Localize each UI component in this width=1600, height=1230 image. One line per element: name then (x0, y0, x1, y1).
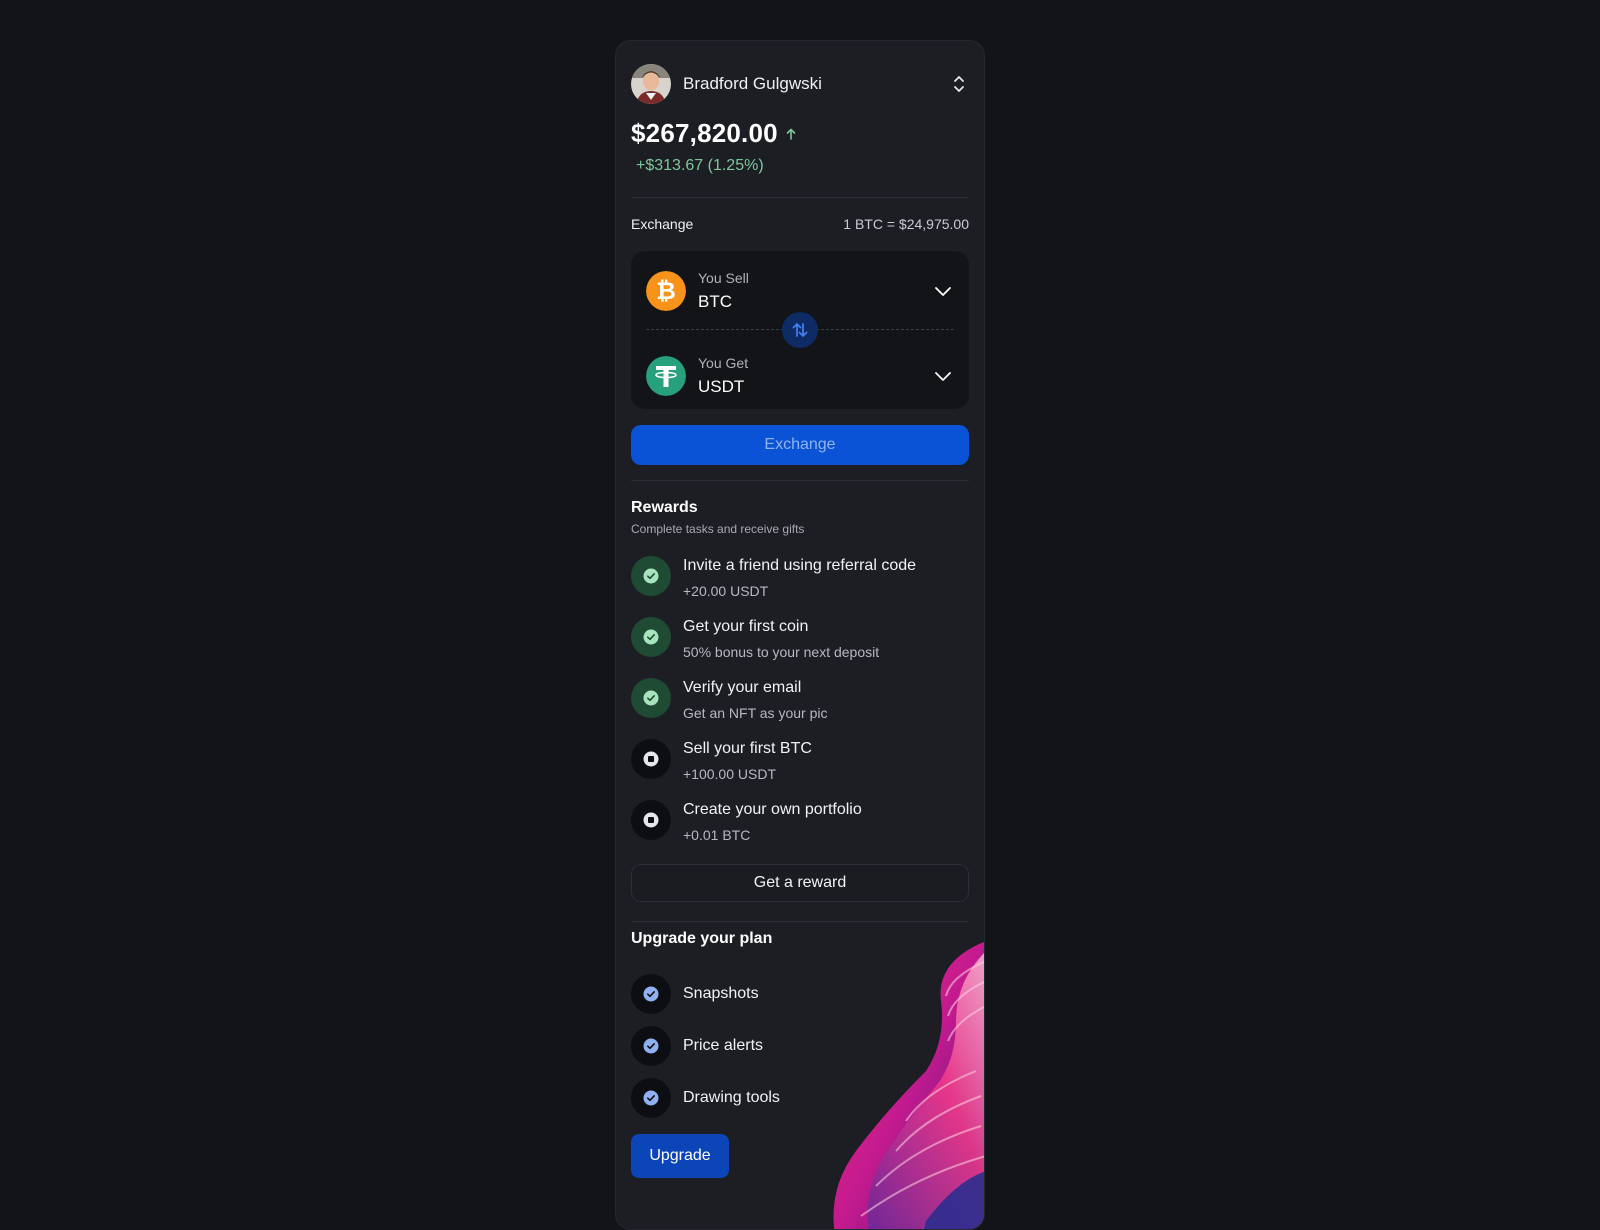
plan-feature-label: Drawing tools (683, 1089, 780, 1106)
plan-feature-label: Price alerts (683, 1037, 764, 1054)
reward-item[interactable]: Sell your first BTC +100.00 USDT (631, 739, 969, 789)
check-circle-icon (631, 617, 671, 657)
check-circle-icon (631, 1026, 671, 1066)
plan-feature: Drawing tools (631, 1078, 780, 1118)
upgrade-button[interactable]: Upgrade (631, 1134, 729, 1178)
stop-circle-icon (631, 800, 671, 840)
reward-item[interactable]: Get your first coin 50% bonus to your nex… (631, 617, 969, 667)
tether-icon (646, 356, 686, 396)
rewards-subtitle: Complete tasks and receive gifts (631, 522, 805, 536)
avatar (631, 64, 671, 104)
exchange-rate: 1 BTC = $24,975.00 (843, 216, 969, 232)
reward-detail: 50% bonus to your next deposit (683, 644, 880, 660)
get-coin: USDT (698, 377, 745, 396)
swap-arrows-icon (792, 323, 808, 337)
rewards-title: Rewards (631, 499, 698, 516)
get-coin-selector[interactable]: You Get USDT (646, 346, 954, 406)
reward-item[interactable]: Create your own portfolio +0.01 BTC (631, 800, 969, 850)
check-circle-icon (631, 974, 671, 1014)
exchange-header: Exchange 1 BTC = $24,975.00 (631, 216, 969, 232)
chevron-down-icon[interactable] (932, 365, 954, 387)
reward-item[interactable]: Verify your email Get an NFT as your pic (631, 678, 969, 728)
get-reward-button[interactable]: Get a reward (631, 864, 969, 902)
reward-detail: +20.00 USDT (683, 583, 769, 599)
plan-feature: Price alerts (631, 1026, 763, 1066)
divider (631, 197, 969, 198)
bitcoin-icon: ₿ (646, 271, 686, 311)
reward-title: Verify your email (683, 679, 802, 696)
reward-detail: +0.01 BTC (683, 827, 751, 843)
exchange-button[interactable]: Exchange (631, 425, 969, 465)
chevron-down-icon[interactable] (932, 280, 954, 302)
account-switcher[interactable]: Bradford Gulgwski (631, 63, 969, 105)
reward-title: Invite a friend using referral code (683, 557, 917, 574)
sell-coin: BTC (698, 292, 732, 311)
decorative-art (816, 921, 984, 1229)
user-name: Bradford Gulgwski (683, 74, 822, 93)
divider (631, 480, 969, 481)
exchange-label: Exchange (631, 216, 694, 232)
wallet-card: Bradford Gulgwski $267,820.00 +$313.67 (… (615, 40, 985, 1230)
check-circle-icon (631, 1078, 671, 1118)
get-label: You Get (698, 355, 749, 371)
reward-item[interactable]: Invite a friend using referral code +20.0… (631, 556, 969, 606)
check-circle-icon (631, 556, 671, 596)
sell-label: You Sell (698, 270, 749, 286)
check-circle-icon (631, 678, 671, 718)
reward-detail: +100.00 USDT (683, 766, 776, 782)
stop-circle-icon (631, 739, 671, 779)
arrow-up-icon (786, 128, 796, 140)
svg-text:₿: ₿ (656, 277, 676, 305)
upgrade-title: Upgrade your plan (631, 930, 773, 947)
plan-feature: Snapshots (631, 974, 759, 1014)
balance-change: +$313.67 (1.25%) (636, 157, 764, 174)
chevron-up-down-icon[interactable] (949, 74, 969, 94)
exchange-panel: ₿ You Sell BTC You Get USDT (631, 251, 969, 409)
reward-title: Get your first coin (683, 618, 809, 635)
reward-title: Sell your first BTC (683, 740, 812, 757)
balance-row: $267,820.00 (631, 118, 969, 149)
swap-button[interactable] (782, 312, 818, 348)
balance-amount: $267,820.00 (631, 118, 778, 148)
reward-detail: Get an NFT as your pic (683, 705, 828, 721)
plan-feature-label: Snapshots (683, 985, 759, 1002)
reward-title: Create your own portfolio (683, 801, 862, 818)
